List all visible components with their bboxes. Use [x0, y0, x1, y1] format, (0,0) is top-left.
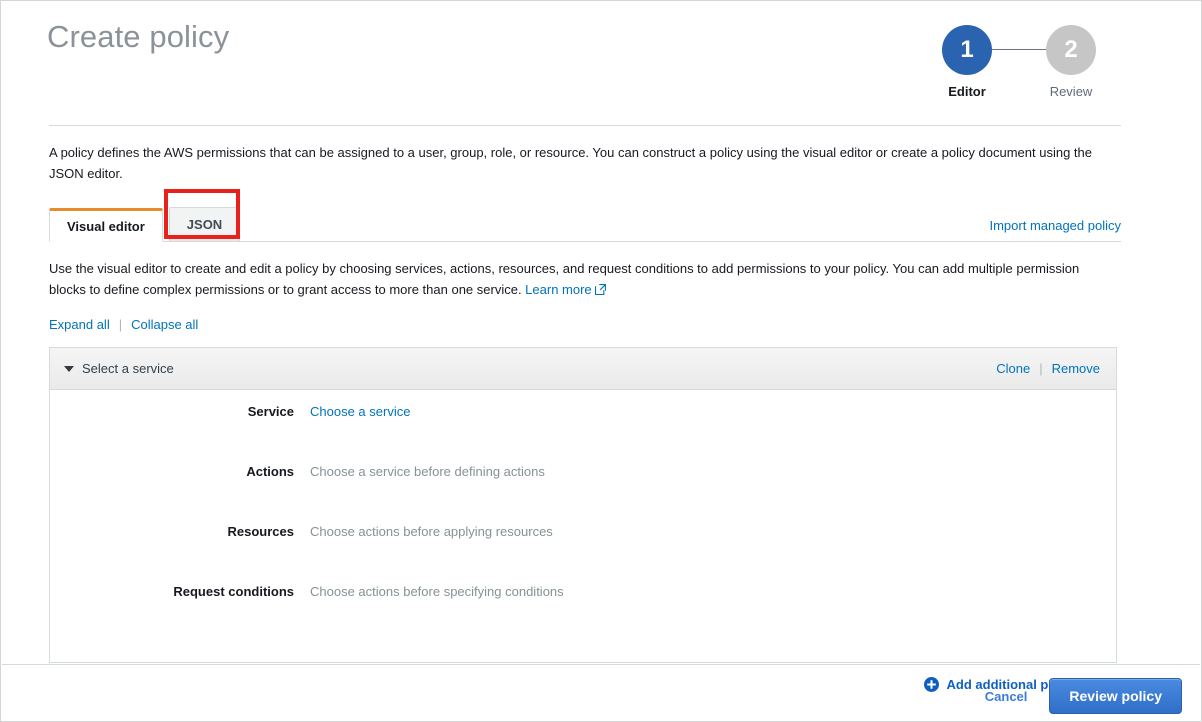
collapse-all-link[interactable]: Collapse all [131, 317, 198, 332]
step-review: 2 Review [1019, 25, 1123, 99]
footer-divider [2, 664, 1200, 665]
step-indicator: 1 Editor 2 Review [915, 25, 1123, 99]
request-conditions-label: Request conditions [50, 584, 310, 599]
review-policy-button[interactable]: Review policy [1049, 678, 1182, 714]
resources-label: Resources [50, 524, 310, 539]
tab-visual-editor-label: Visual editor [67, 219, 145, 234]
expand-collapse-separator: | [119, 317, 122, 332]
learn-more-link[interactable]: Learn more [525, 282, 591, 297]
expand-collapse-controls: Expand all | Collapse all [49, 317, 1121, 332]
field-row-service: Service Choose a service [50, 404, 1116, 464]
main-content: A policy defines the AWS permissions tha… [1, 142, 1201, 692]
field-row-request-conditions: Request conditions Choose actions before… [50, 584, 1116, 644]
panel-actions-separator: | [1039, 361, 1042, 376]
page-header: Create policy 1 Editor 2 Review [1, 1, 1201, 125]
request-conditions-placeholder: Choose actions before specifying conditi… [310, 584, 564, 599]
plus-circle-icon [924, 677, 939, 692]
cancel-button[interactable]: Cancel [985, 689, 1028, 704]
field-row-actions: Actions Choose a service before defining… [50, 464, 1116, 524]
add-permissions-row: Add additional permissions [49, 677, 1117, 692]
resources-placeholder: Choose actions before applying resources [310, 524, 553, 539]
page-title: Create policy [47, 19, 229, 55]
editor-tabs: Visual editor JSON Import managed policy [49, 205, 1121, 242]
expand-all-link[interactable]: Expand all [49, 317, 110, 332]
actions-label: Actions [50, 464, 310, 479]
visual-editor-description: Use the visual editor to create and edit… [49, 258, 1109, 300]
permission-block-header[interactable]: Select a service Clone | Remove [50, 348, 1116, 390]
permission-block-body: Service Choose a service Actions Choose … [50, 390, 1116, 662]
remove-link[interactable]: Remove [1052, 361, 1100, 376]
import-managed-policy-link[interactable]: Import managed policy [989, 218, 1121, 233]
page-footer: Cancel Review policy [985, 678, 1182, 714]
external-link-icon [595, 280, 606, 291]
tab-visual-editor[interactable]: Visual editor [49, 208, 163, 242]
step-2-label: Review [1019, 84, 1123, 99]
tab-json[interactable]: JSON [169, 207, 240, 241]
permission-block-actions: Clone | Remove [996, 361, 1100, 376]
choose-a-service-link[interactable]: Choose a service [310, 404, 410, 419]
clone-link[interactable]: Clone [996, 361, 1030, 376]
tab-json-label: JSON [187, 217, 222, 232]
service-label: Service [50, 404, 310, 419]
permission-block-title: Select a service [82, 361, 174, 376]
create-policy-page: Create policy 1 Editor 2 Review A policy… [0, 0, 1202, 722]
chevron-down-icon[interactable] [64, 366, 74, 372]
actions-placeholder: Choose a service before defining actions [310, 464, 545, 479]
step-1-circle: 1 [942, 25, 992, 75]
step-2-circle: 2 [1046, 25, 1096, 75]
step-1-label: Editor [915, 84, 1019, 99]
header-divider [49, 125, 1121, 126]
policy-intro-text: A policy defines the AWS permissions tha… [49, 142, 1121, 184]
permission-block-panel: Select a service Clone | Remove Service … [49, 347, 1117, 663]
field-row-resources: Resources Choose actions before applying… [50, 524, 1116, 584]
step-editor: 1 Editor [915, 25, 1019, 99]
